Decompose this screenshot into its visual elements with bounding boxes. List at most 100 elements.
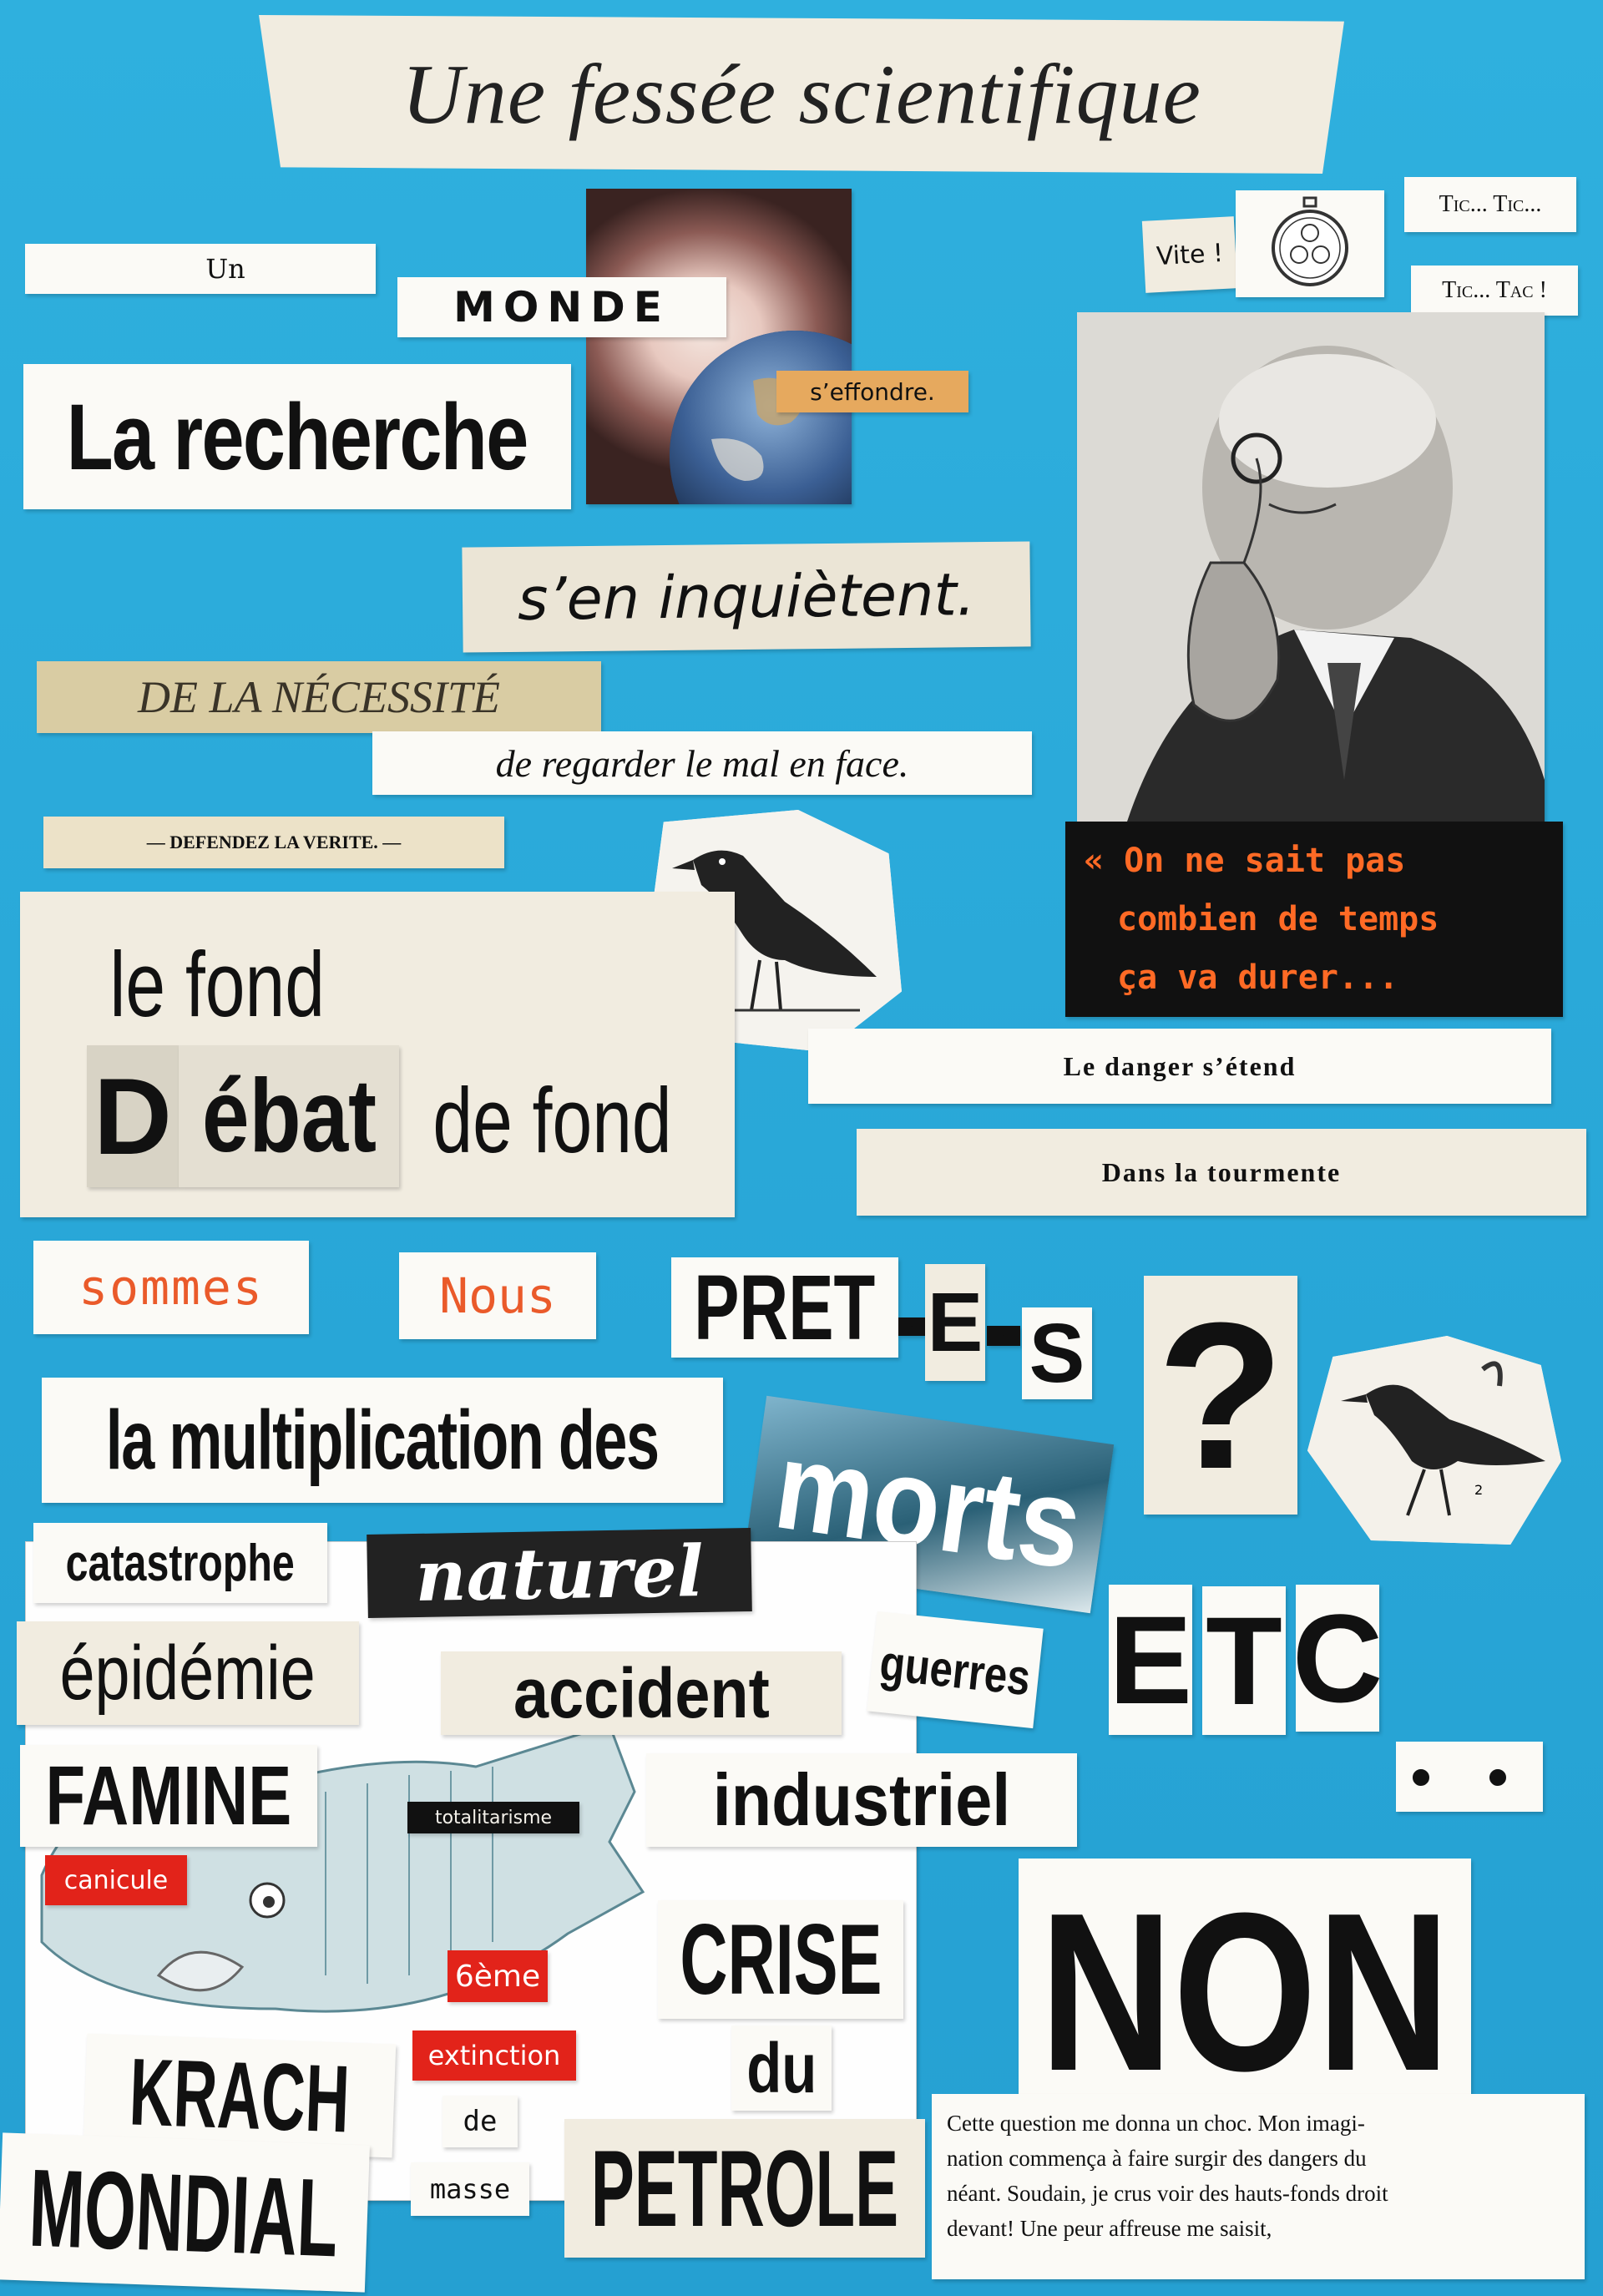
defendez-clipping: — DEFENDEZ LA VERITE. — bbox=[43, 817, 504, 868]
du-clipping: du bbox=[731, 2025, 832, 2111]
on-ne-sait-line-2: combien de temps bbox=[1117, 900, 1439, 938]
on-ne-sait-line-1: « On ne sait pas bbox=[1084, 842, 1406, 880]
totalitarisme-text: totalitarisme bbox=[434, 1807, 553, 1828]
sommes-text: sommes bbox=[78, 1259, 264, 1316]
dash-1-text: - bbox=[910, 1322, 913, 1332]
etc-c-text: C bbox=[1296, 1587, 1379, 1728]
de-fond-clipping: de fond bbox=[404, 1054, 700, 1187]
le-fond-text: le fond bbox=[109, 933, 325, 1036]
naturel-clipping: naturel bbox=[367, 1527, 752, 1619]
earth-graphic bbox=[670, 331, 852, 504]
old-man-graphic bbox=[1077, 312, 1545, 822]
regarder-text: de regarder le mal en face. bbox=[495, 741, 909, 785]
accident-text: accident bbox=[513, 1653, 770, 1732]
tic1-text: Tic... Tic... bbox=[1439, 191, 1542, 217]
catastrophe-clipping: catastrophe bbox=[33, 1523, 327, 1603]
dash-2-text: - bbox=[1002, 1331, 1005, 1341]
seffondre-text: s’effondre. bbox=[810, 377, 935, 406]
mondial-clipping: MONDIAL bbox=[0, 2132, 370, 2293]
canicule-text: canicule bbox=[63, 1865, 169, 1895]
pret-clipping: PRET bbox=[671, 1257, 898, 1358]
le-fond-clipping: le fond bbox=[75, 923, 359, 1045]
defendez-text: — DEFENDEZ LA VERITE. — bbox=[146, 832, 402, 852]
extinction-clipping: extinction bbox=[412, 2030, 576, 2081]
guerres-clipping: guerres bbox=[867, 1611, 1044, 1729]
vite-text: Vite ! bbox=[1155, 238, 1224, 271]
la-recherche-text: La recherche bbox=[66, 384, 529, 489]
quote-line-1: Cette question me donna un choc. Mon ima… bbox=[947, 2111, 1365, 2136]
debat-D-clipping: D bbox=[87, 1045, 179, 1187]
quote-line-4: devant! Une peur affreuse me saisit, bbox=[947, 2216, 1272, 2241]
danger-text: Le danger s’étend bbox=[1063, 1050, 1297, 1081]
industriel-text: industriel bbox=[712, 1758, 1011, 1841]
sommes-clipping: sommes bbox=[33, 1241, 309, 1334]
de-text: de bbox=[463, 2105, 498, 2138]
un-clipping: Un bbox=[25, 244, 376, 294]
non-clipping: NON bbox=[1019, 1859, 1471, 2127]
tic2-clipping: Tic... Tac ! bbox=[1411, 266, 1578, 316]
debat-rest-text: ébat bbox=[201, 1059, 377, 1174]
de-clipping: de bbox=[442, 2096, 518, 2147]
crise-text: CRISE bbox=[679, 1904, 882, 2015]
necessite-clipping: DE LA NÉCESSITÉ bbox=[37, 661, 601, 733]
guerres-text: guerres bbox=[877, 1634, 1034, 1706]
mondial-text: MONDIAL bbox=[27, 2146, 341, 2279]
debat-D-text: D bbox=[94, 1055, 172, 1177]
question-mark: ? bbox=[1156, 1278, 1285, 1512]
stopwatch-icon bbox=[1272, 196, 1348, 286]
tourmente-clipping: Dans la tourmente bbox=[857, 1129, 1586, 1216]
crise-clipping: CRISE bbox=[658, 1900, 903, 2019]
pret-text: PRET bbox=[694, 1257, 876, 1358]
extinction-text: extinction bbox=[427, 2040, 561, 2071]
de-fond-text: de fond bbox=[432, 1069, 672, 1172]
etc-e-clipping: E bbox=[1109, 1585, 1192, 1735]
earth-eye-image bbox=[586, 189, 852, 504]
sixieme-text: 6ème bbox=[454, 1959, 541, 1994]
masse-clipping: masse bbox=[411, 2162, 529, 2216]
krach-text: KRACH bbox=[128, 2038, 351, 2153]
dots-clipping: • • bbox=[1396, 1742, 1543, 1812]
un-text: Un bbox=[205, 253, 245, 285]
famine-clipping: FAMINE bbox=[20, 1745, 317, 1847]
quote-line-2: nation commença à faire surgir des dange… bbox=[947, 2146, 1367, 2171]
sen-inquietent-clipping: s’en inquiètent. bbox=[462, 541, 1031, 653]
old-man-engraving bbox=[1077, 312, 1545, 822]
danger-clipping: Le danger s’étend bbox=[808, 1029, 1551, 1104]
du-text: du bbox=[746, 2028, 817, 2107]
multiplication-clipping: la multiplication des bbox=[42, 1378, 723, 1503]
title-text: Une fessée scientifique bbox=[402, 47, 1201, 142]
petrole-clipping: PETROLE bbox=[564, 2119, 925, 2258]
crow-engraving-2: 2 bbox=[1307, 1336, 1561, 1545]
petrole-text: PETROLE bbox=[590, 2127, 899, 2249]
tic2-text: Tic... Tac ! bbox=[1442, 277, 1547, 303]
etc-c-clipping: C bbox=[1296, 1585, 1379, 1732]
regarder-clipping: de regarder le mal en face. bbox=[372, 731, 1032, 795]
etc-t-clipping: T bbox=[1202, 1586, 1286, 1735]
dash-1-clipping: - bbox=[898, 1317, 925, 1336]
multiplication-text: la multiplication des bbox=[106, 1393, 660, 1487]
epidemie-clipping: épidémie bbox=[17, 1621, 359, 1725]
etc-e-text: E bbox=[1109, 1589, 1192, 1730]
on-ne-sait-clipping: « On ne sait pas combien de temps ça va … bbox=[1065, 822, 1563, 1017]
tourmente-text: Dans la tourmente bbox=[1101, 1156, 1342, 1187]
sixieme-clipping: 6ème bbox=[448, 1950, 548, 2002]
s-letter-clipping: S bbox=[1022, 1307, 1092, 1399]
canicule-clipping: canicule bbox=[45, 1855, 187, 1905]
clock-clipping bbox=[1236, 190, 1384, 297]
debat-rest-clipping: ébat bbox=[179, 1045, 399, 1187]
seffondre-clipping: s’effondre. bbox=[776, 371, 968, 412]
quote-clipping: Cette question me donna un choc. Mon ima… bbox=[932, 2094, 1585, 2279]
collage-board: Une fessée scientifique Un MONDE s’effon… bbox=[0, 0, 1603, 2296]
s-letter-text: S bbox=[1029, 1307, 1085, 1399]
monde-text: MONDE bbox=[453, 283, 670, 331]
title-clipping: Une fessée scientifique bbox=[259, 15, 1344, 174]
quote-line-3: néant. Soudain, je crus voir des hauts-f… bbox=[947, 2181, 1388, 2206]
monde-clipping: MONDE bbox=[397, 277, 726, 337]
epidemie-text: épidémie bbox=[59, 1630, 316, 1716]
industriel-clipping: industriel bbox=[646, 1753, 1077, 1847]
nous-text: Nous bbox=[439, 1267, 556, 1324]
masse-text: masse bbox=[429, 2173, 511, 2205]
nous-clipping: Nous bbox=[399, 1252, 596, 1339]
famine-text: FAMINE bbox=[45, 1748, 292, 1843]
la-recherche-clipping: La recherche bbox=[23, 364, 571, 509]
